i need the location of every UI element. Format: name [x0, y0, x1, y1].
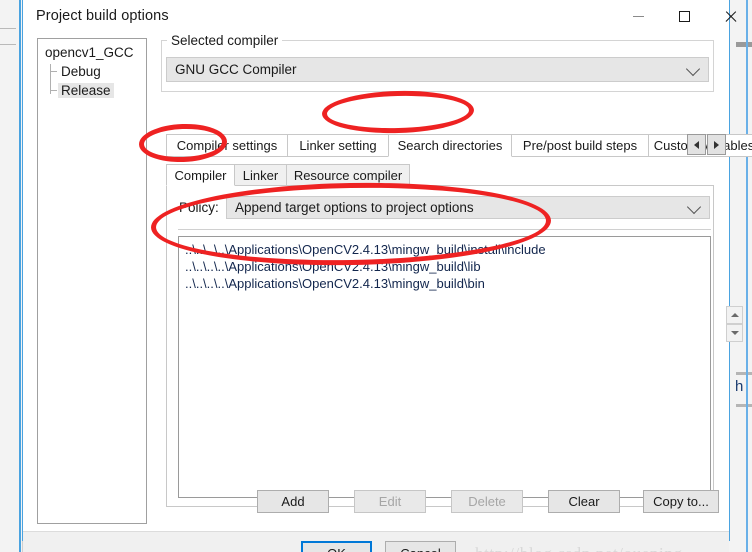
tree-item-release[interactable]: Release: [58, 83, 114, 98]
tab-scroll-left-button[interactable]: [687, 134, 706, 155]
reorder-controls: [726, 306, 743, 342]
tree-item-debug[interactable]: Debug: [58, 64, 104, 79]
build-target-tree[interactable]: opencv1_GCC Debug Release: [37, 38, 147, 524]
compiler-select[interactable]: GNU GCC Compiler: [166, 57, 709, 82]
subtab-compiler[interactable]: Compiler: [166, 164, 235, 186]
dialog-body: opencv1_GCC Debug Release Selected compi…: [23, 33, 752, 552]
background-right-accent: [746, 0, 748, 552]
compiler-select-value: GNU GCC Compiler: [175, 62, 297, 77]
cancel-button[interactable]: Cancel: [385, 541, 456, 552]
background-right-text: h: [735, 378, 744, 395]
tree-connector-debug: [50, 71, 57, 72]
list-item[interactable]: ..\..\..\..\Applications\OpenCV2.4.13\mi…: [179, 241, 710, 258]
chevron-down-icon: [686, 199, 702, 214]
minimize-icon: [632, 16, 644, 17]
project-build-options-dialog: Project build options opencv1_GCC Debug …: [22, 0, 752, 552]
tab-linker-settings[interactable]: Linker setting: [287, 134, 389, 157]
close-icon: [724, 10, 737, 23]
selected-compiler-label: Selected compiler: [167, 33, 283, 48]
arrow-left-icon: [694, 140, 699, 149]
policy-select[interactable]: Append target options to project options: [226, 196, 710, 219]
dialog-footer: OK Cancel http://blog.csdn.net/ouening: [23, 531, 729, 552]
move-down-button[interactable]: [726, 324, 743, 342]
title-bar: Project build options: [23, 0, 729, 33]
policy-label: Policy:: [179, 200, 219, 215]
subtab-linker[interactable]: Linker: [234, 164, 287, 186]
add-button[interactable]: Add: [257, 490, 329, 513]
directory-list[interactable]: ..\..\..\..\Applications\OpenCV2.4.13\mi…: [178, 236, 711, 498]
tree-item-project[interactable]: opencv1_GCC: [45, 45, 134, 60]
maximize-button[interactable]: [661, 0, 707, 33]
window-title: Project build options: [36, 8, 169, 24]
sub-tab-bar: Compiler Linker Resource compiler: [166, 164, 714, 186]
minimize-button[interactable]: [615, 0, 661, 33]
tab-pre-post-build-steps[interactable]: Pre/post build steps: [511, 134, 649, 157]
main-tab-bar: Compiler settings Linker setting Search …: [166, 134, 752, 157]
triangle-up-icon: [730, 313, 739, 317]
panel-divider: [178, 229, 711, 230]
maximize-icon: [678, 11, 690, 22]
delete-button: Delete: [451, 490, 523, 513]
background-left-line-2: [0, 44, 16, 45]
policy-select-value: Append target options to project options: [235, 200, 474, 215]
background-window-right: [728, 0, 752, 552]
screenshot-root: h Project build options opencv1_GCC Debu…: [0, 0, 752, 552]
background-left-accent: [19, 0, 21, 552]
edit-button: Edit: [354, 490, 426, 513]
list-item[interactable]: ..\..\..\..\Applications\OpenCV2.4.13\mi…: [179, 258, 710, 275]
copy-to-button[interactable]: Copy to...: [643, 490, 719, 513]
chevron-down-icon: [685, 61, 701, 76]
move-up-button[interactable]: [726, 306, 743, 324]
tree-connector-release: [50, 90, 57, 91]
clear-button[interactable]: Clear: [548, 490, 620, 513]
background-right-bar-3: [736, 404, 752, 407]
background-right-bar-2: [736, 372, 752, 375]
subtab-resource-compiler[interactable]: Resource compiler: [286, 164, 410, 186]
watermark-text: http://blog.csdn.net/ouening: [475, 544, 683, 552]
tab-search-directories[interactable]: Search directories: [388, 134, 512, 157]
arrow-right-icon: [714, 140, 719, 149]
ok-button[interactable]: OK: [301, 541, 372, 552]
list-item[interactable]: ..\..\..\..\Applications\OpenCV2.4.13\mi…: [179, 275, 710, 292]
tab-compiler-settings[interactable]: Compiler settings: [166, 134, 288, 157]
triangle-down-icon: [730, 331, 739, 335]
background-left-line-1: [0, 28, 16, 29]
background-right-bar-1: [736, 42, 752, 47]
tab-scroll-right-button[interactable]: [707, 134, 726, 155]
close-button[interactable]: [707, 0, 752, 33]
